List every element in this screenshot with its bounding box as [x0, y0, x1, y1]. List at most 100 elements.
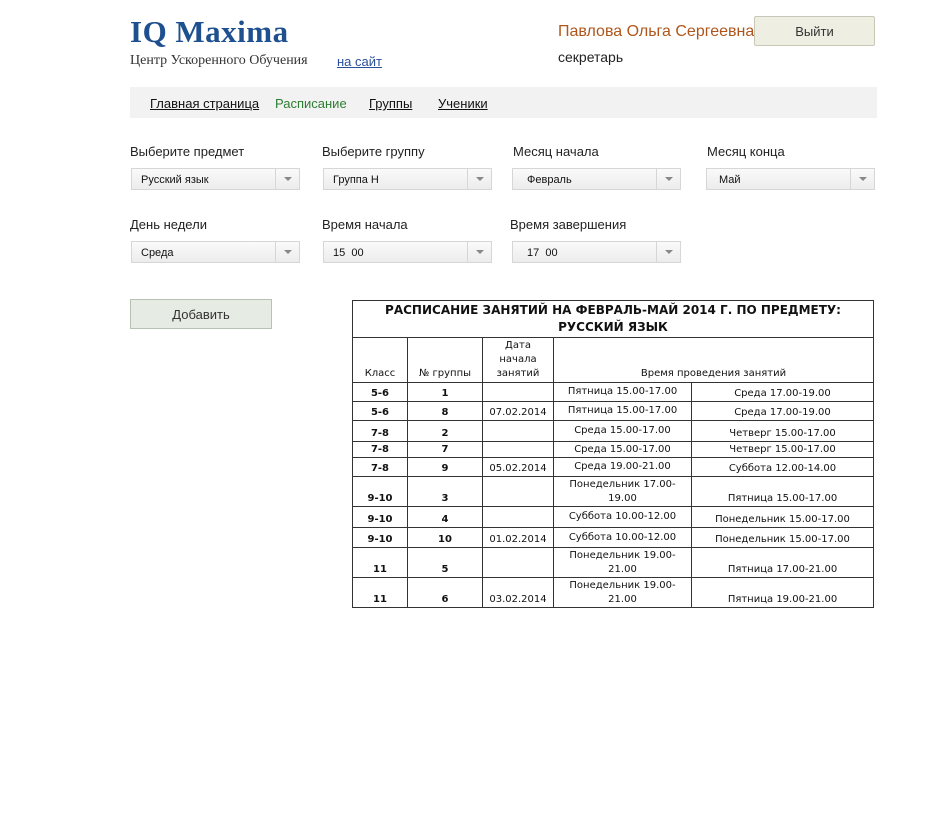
cell-date [482, 476, 554, 507]
nav-bar: Главная страница Расписание Группы Учени… [130, 87, 877, 118]
cell-date: 07.02.2014 [482, 401, 554, 421]
chevron-down-icon [656, 169, 680, 189]
cell-date [482, 420, 554, 442]
site-link[interactable]: на сайт [337, 54, 382, 69]
cell-date: 01.02.2014 [482, 527, 554, 548]
cell-time-slot-1: Среда 19.00-21.00 [553, 457, 692, 477]
table-row: 11 5 Понедельник 19.00-21.00 Пятница 17.00-… [352, 547, 874, 578]
nav-item-schedule[interactable]: Расписание [275, 96, 347, 111]
cell-group: 8 [407, 401, 483, 421]
cell-class: 9-10 [352, 476, 408, 507]
add-button[interactable]: Добавить [130, 299, 272, 329]
chevron-down-icon [275, 169, 299, 189]
schedule-table: РАСПИСАНИЕ ЗАНЯТИЙ НА ФЕВРАЛЬ-МАЙ 2014 Г… [352, 300, 874, 608]
table-row: 7-8 7 Среда 15.00-17.00 Четверг 15.00-17.00 [352, 441, 874, 458]
cell-time-slot-2: Понедельник 15.00-17.00 [691, 527, 874, 548]
header-time: Время проведения занятий [553, 337, 874, 383]
user-role: секретарь [558, 49, 624, 65]
cell-group: 2 [407, 420, 483, 442]
cell-date [482, 441, 554, 458]
time-start-select-value: 15 00 [333, 247, 364, 259]
subject-select-value: Русский язык [141, 174, 209, 186]
cell-date [482, 382, 554, 402]
cell-time-slot-1: Среда 15.00-17.00 [553, 441, 692, 458]
cell-time-slot-2: Пятница 19.00-21.00 [691, 577, 874, 608]
cell-time-slot-2: Суббота 12.00-14.00 [691, 457, 874, 477]
cell-group: 7 [407, 441, 483, 458]
weekday-label: День недели [130, 217, 207, 232]
time-end-select-value: 17 00 [527, 247, 558, 259]
table-row: 9-10 10 01.02.2014 Суббота 10.00-12.00 Понед… [352, 527, 874, 548]
cell-class: 7-8 [352, 457, 408, 477]
cell-group: 9 [407, 457, 483, 477]
cell-time-slot-1: Суббота 10.00-12.00 [553, 506, 692, 528]
cell-time-slot-1: Среда 15.00-17.00 [553, 420, 692, 442]
nav-item-home[interactable]: Главная страница [150, 96, 259, 111]
table-row: 11 6 03.02.2014 Понедельник 19.00-21.00 Пятн… [352, 577, 874, 608]
logout-button[interactable]: Выйти [754, 16, 875, 46]
table-row: 9-10 3 Понедельник 17.00-19.00 Пятница 15.0… [352, 476, 874, 507]
cell-date [482, 547, 554, 578]
time-end-label: Время завершения [510, 217, 627, 232]
cell-class: 9-10 [352, 506, 408, 528]
cell-time-slot-2: Пятница 17.00-21.00 [691, 547, 874, 578]
header-group: № группы [407, 337, 483, 383]
header-class: Класс [352, 337, 408, 383]
nav-item-students[interactable]: Ученики [438, 96, 488, 111]
schedule-title: РАСПИСАНИЕ ЗАНЯТИЙ НА ФЕВРАЛЬ-МАЙ 2014 Г… [352, 300, 874, 338]
subject-select[interactable]: Русский язык [131, 168, 300, 190]
cell-group: 1 [407, 382, 483, 402]
cell-class: 11 [352, 547, 408, 578]
month-end-label: Месяц конца [707, 144, 785, 159]
user-name: Павлова Ольга Сергеевна [558, 23, 755, 40]
time-end-select[interactable]: 17 00 [512, 241, 681, 263]
time-start-select[interactable]: 15 00 [323, 241, 492, 263]
cell-group: 6 [407, 577, 483, 608]
month-end-select-value: Май [719, 174, 741, 186]
cell-date [482, 506, 554, 528]
logo: IQ Maxima [130, 14, 289, 49]
cell-time-slot-1: Понедельник 19.00-21.00 [553, 577, 692, 608]
chevron-down-icon [275, 242, 299, 262]
cell-time-slot-1: Суббота 10.00-12.00 [553, 527, 692, 548]
table-row: 7-8 9 05.02.2014 Среда 19.00-21.00 Суббота 1… [352, 457, 874, 477]
month-start-select-value: Февраль [527, 174, 572, 186]
nav-item-groups[interactable]: Группы [369, 96, 412, 111]
cell-time-slot-1: Пятница 15.00-17.00 [553, 382, 692, 402]
month-start-select[interactable]: Февраль [512, 168, 681, 190]
chevron-down-icon [656, 242, 680, 262]
weekday-select-value: Среда [141, 247, 174, 259]
weekday-select[interactable]: Среда [131, 241, 300, 263]
cell-time-slot-1: Понедельник 17.00-19.00 [553, 476, 692, 507]
group-select-value: Группа Н [333, 174, 379, 186]
cell-time-slot-1: Пятница 15.00-17.00 [553, 401, 692, 421]
cell-group: 3 [407, 476, 483, 507]
cell-date: 03.02.2014 [482, 577, 554, 608]
table-row: 5-6 1 Пятница 15.00-17.00 Среда 17.00-19.00 [352, 382, 874, 402]
chevron-down-icon [467, 169, 491, 189]
cell-time-slot-2: Четверг 15.00-17.00 [691, 420, 874, 442]
group-select[interactable]: Группа Н [323, 168, 492, 190]
table-row: 7-8 2 Среда 15.00-17.00 Четверг 15.00-17.00 [352, 420, 874, 442]
cell-group: 5 [407, 547, 483, 578]
cell-time-slot-2: Понедельник 15.00-17.00 [691, 506, 874, 528]
header-date: Дата начала занятий [482, 337, 554, 383]
cell-time-slot-2: Среда 17.00-19.00 [691, 401, 874, 421]
chevron-down-icon [467, 242, 491, 262]
chevron-down-icon [850, 169, 874, 189]
subject-label: Выберите предмет [130, 144, 245, 159]
month-start-label: Месяц начала [513, 144, 599, 159]
cell-group: 4 [407, 506, 483, 528]
time-start-label: Время начала [322, 217, 408, 232]
cell-date: 05.02.2014 [482, 457, 554, 477]
table-row: 9-10 4 Суббота 10.00-12.00 Понедельник 15.0… [352, 506, 874, 528]
site-subtitle: Центр Ускоренного Обучения [130, 53, 308, 68]
cell-class: 9-10 [352, 527, 408, 548]
cell-time-slot-2: Четверг 15.00-17.00 [691, 441, 874, 458]
cell-time-slot-1: Понедельник 19.00-21.00 [553, 547, 692, 578]
cell-time-slot-2: Пятница 15.00-17.00 [691, 476, 874, 507]
cell-class: 11 [352, 577, 408, 608]
group-label: Выберите группу [322, 144, 425, 159]
cell-class: 5-6 [352, 401, 408, 421]
month-end-select[interactable]: Май [706, 168, 875, 190]
